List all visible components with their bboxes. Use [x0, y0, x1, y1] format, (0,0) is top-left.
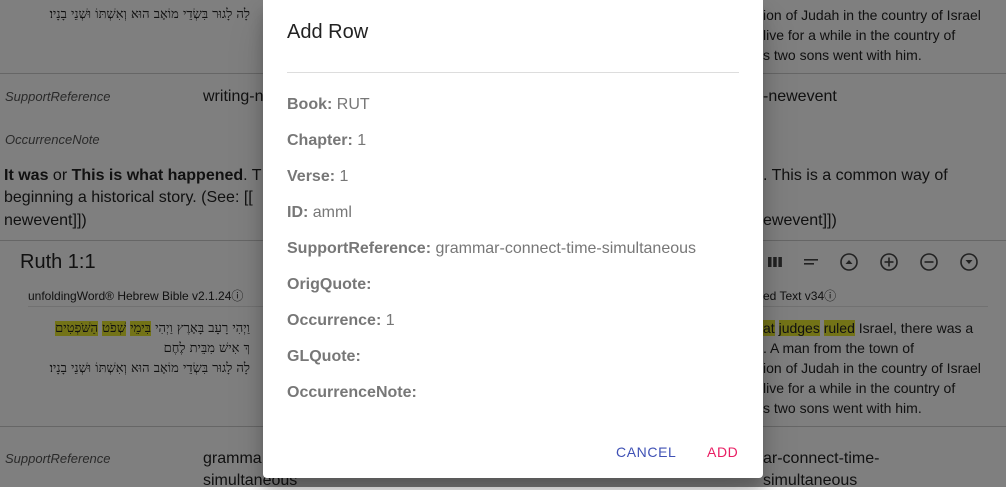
- field-value: RUT: [336, 96, 370, 113]
- dialog-title: Add Row: [287, 21, 369, 43]
- field-chapter: Chapter: 1: [287, 132, 366, 150]
- field-value: grammar-connect-time-simultaneous: [435, 240, 697, 257]
- field-label: Occurrence:: [287, 312, 382, 329]
- field-label: Book:: [287, 96, 333, 113]
- field-value: 1: [385, 312, 395, 329]
- add-button[interactable]: ADD: [707, 444, 738, 460]
- field-id: ID: amml: [287, 204, 352, 222]
- field-book: Book: RUT: [287, 96, 370, 114]
- field-label: Chapter:: [287, 132, 353, 149]
- field-value: amml: [312, 204, 352, 221]
- field-occurrence: Occurrence: 1: [287, 312, 395, 330]
- field-label: Verse:: [287, 168, 336, 185]
- field-occurrence-note: OccurrenceNote:: [287, 384, 417, 402]
- dialog-divider: [287, 72, 739, 73]
- field-label: GLQuote:: [287, 348, 361, 365]
- field-value: 1: [339, 168, 349, 185]
- add-row-dialog: Add Row Book: RUT Chapter: 1 Verse: 1 ID…: [263, 0, 763, 478]
- field-value: 1: [357, 132, 367, 149]
- cancel-button[interactable]: CANCEL: [616, 444, 676, 460]
- field-label: SupportReference:: [287, 240, 432, 257]
- field-orig-quote: OrigQuote:: [287, 276, 371, 294]
- field-label: ID:: [287, 204, 309, 221]
- field-support-reference: SupportReference: grammar-connect-time-s…: [287, 240, 696, 258]
- field-verse: Verse: 1: [287, 168, 348, 186]
- field-label: OrigQuote:: [287, 276, 372, 293]
- field-label: OccurrenceNote:: [287, 384, 417, 401]
- field-gl-quote: GLQuote:: [287, 348, 361, 366]
